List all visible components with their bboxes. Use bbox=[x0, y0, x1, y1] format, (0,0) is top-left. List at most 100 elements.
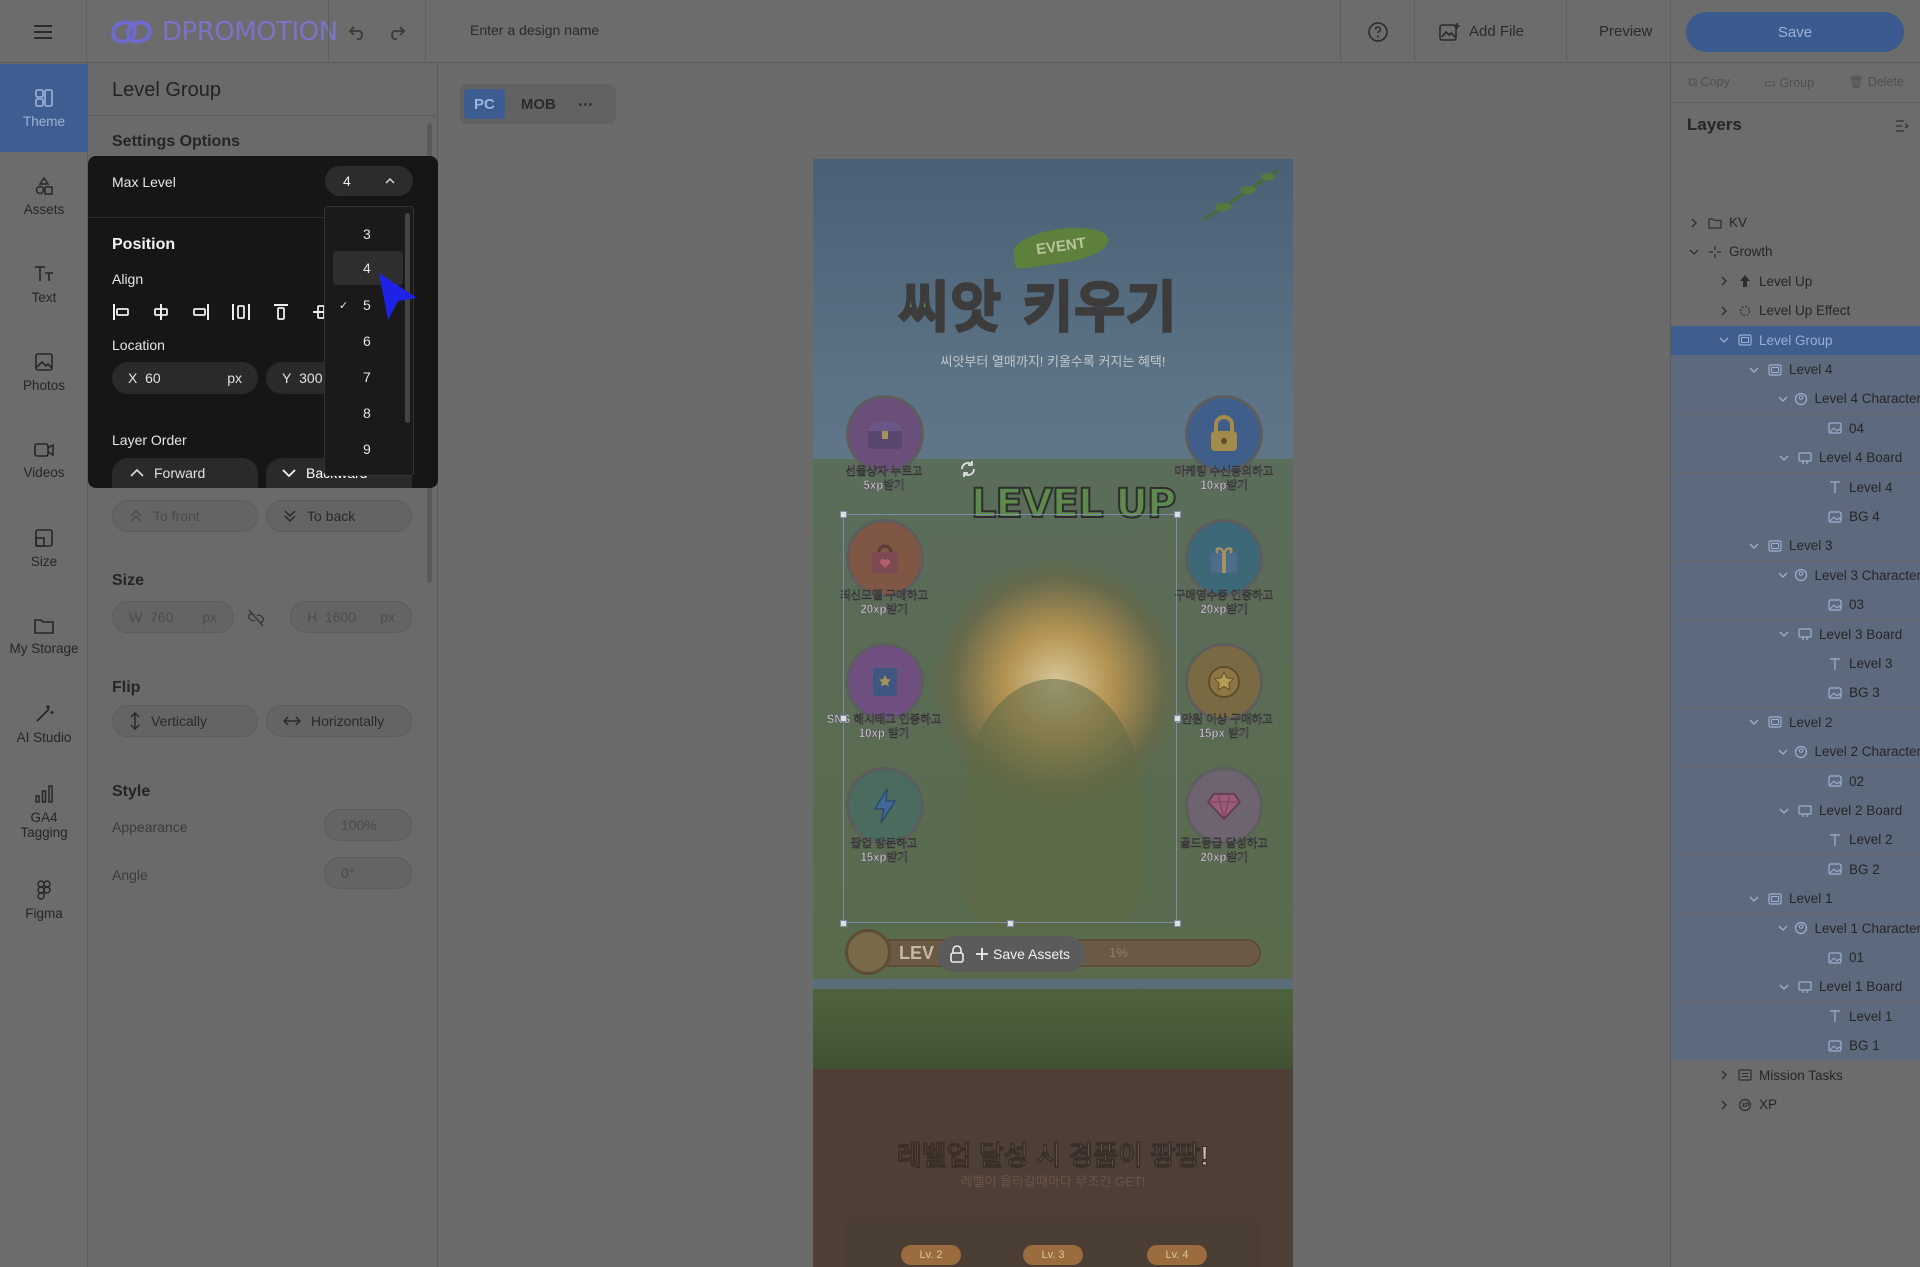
y-input[interactable]: Y 300 bbox=[266, 362, 326, 394]
design-name-input[interactable]: Enter a design name bbox=[470, 22, 599, 38]
resize-handle[interactable] bbox=[1174, 511, 1181, 518]
layer-row[interactable]: 02 bbox=[1671, 766, 1920, 796]
appearance-input[interactable]: 100% bbox=[324, 809, 412, 841]
layer-row[interactable]: Level Group bbox=[1671, 325, 1920, 355]
layer-row[interactable]: Level 4 bbox=[1671, 355, 1920, 384]
resize-handle[interactable] bbox=[1174, 715, 1181, 722]
redo-icon[interactable] bbox=[386, 24, 406, 40]
chevron-down-icon[interactable] bbox=[1687, 249, 1701, 255]
layer-row[interactable]: BG 2 bbox=[1671, 854, 1920, 884]
nav-figma[interactable]: Figma bbox=[0, 856, 88, 944]
nav-photos[interactable]: Photos bbox=[0, 328, 88, 416]
chevron-down-icon[interactable] bbox=[1777, 984, 1791, 990]
resize-handle[interactable] bbox=[1007, 920, 1014, 927]
resize-handle[interactable] bbox=[1174, 920, 1181, 927]
layer-row[interactable]: Level 2 bbox=[1671, 707, 1920, 737]
preview-button[interactable]: Preview bbox=[1566, 0, 1670, 63]
layer-row[interactable]: Mission Tasks bbox=[1671, 1061, 1920, 1090]
nav-assets[interactable]: Assets bbox=[0, 152, 88, 240]
width-input[interactable]: W 760 px bbox=[112, 601, 234, 633]
mission-badge[interactable] bbox=[846, 395, 924, 473]
option-3[interactable]: 3 bbox=[325, 217, 403, 251]
chevron-down-icon[interactable] bbox=[1777, 925, 1788, 932]
layer-row[interactable]: 01 bbox=[1671, 943, 1920, 972]
mission-badge[interactable] bbox=[1185, 519, 1263, 597]
option-8[interactable]: 8 bbox=[325, 396, 403, 430]
add-file-button[interactable]: Add File bbox=[1414, 0, 1566, 63]
align-right-icon[interactable] bbox=[190, 301, 212, 323]
nav-ga4-tagging[interactable]: GA4 Tagging bbox=[0, 768, 88, 856]
collapse-all-icon[interactable] bbox=[1895, 119, 1910, 137]
nav-theme[interactable]: Theme bbox=[0, 64, 88, 152]
mission-badge[interactable] bbox=[1185, 767, 1263, 845]
layer-row[interactable]: Level 4 bbox=[1671, 472, 1920, 502]
flip-horizontal-button[interactable]: Horizontally bbox=[266, 705, 412, 737]
height-input[interactable]: H 1600 px bbox=[290, 601, 412, 633]
layer-row[interactable]: 03 bbox=[1671, 590, 1920, 620]
chevron-down-icon[interactable] bbox=[1747, 543, 1761, 549]
to-front-button[interactable]: To front bbox=[112, 500, 258, 532]
chevron-right-icon[interactable] bbox=[1687, 218, 1701, 228]
layer-row[interactable]: Level 2 Board bbox=[1671, 796, 1920, 825]
help-button[interactable] bbox=[1340, 0, 1414, 63]
layer-row[interactable]: Level Up Effect bbox=[1671, 296, 1920, 325]
lock-icon[interactable] bbox=[949, 945, 965, 963]
layer-row[interactable]: BG 3 bbox=[1671, 678, 1920, 708]
max-level-select[interactable]: 4 bbox=[325, 166, 413, 196]
to-back-button[interactable]: To back bbox=[266, 500, 412, 532]
layer-row[interactable]: XP bbox=[1671, 1090, 1920, 1119]
unlink-ratio-icon[interactable] bbox=[246, 609, 266, 632]
nav-size[interactable]: Size bbox=[0, 504, 88, 592]
layer-row[interactable]: Level 4 Character bbox=[1671, 384, 1920, 414]
chevron-down-icon[interactable] bbox=[1747, 719, 1761, 726]
chevron-down-icon[interactable] bbox=[1777, 396, 1788, 402]
layer-row[interactable]: KV bbox=[1671, 208, 1920, 237]
menu-button[interactable] bbox=[0, 0, 87, 63]
option-9[interactable]: 9 bbox=[325, 432, 403, 466]
tab-pc[interactable]: PC bbox=[464, 89, 505, 119]
chevron-down-icon[interactable] bbox=[1747, 896, 1761, 902]
delete-button[interactable]: 🗑 Delete bbox=[1848, 75, 1903, 90]
nav-my-storage[interactable]: My Storage bbox=[0, 592, 88, 680]
chevron-down-icon[interactable] bbox=[1777, 808, 1791, 814]
save-button[interactable]: Save bbox=[1686, 12, 1904, 52]
chevron-down-icon[interactable] bbox=[1777, 749, 1788, 755]
chevron-right-icon[interactable] bbox=[1717, 1100, 1731, 1110]
align-center-h-icon[interactable] bbox=[150, 301, 172, 323]
layer-row[interactable]: Level 1 Character bbox=[1671, 913, 1920, 943]
chevron-down-icon[interactable] bbox=[1777, 455, 1791, 461]
resize-handle[interactable] bbox=[840, 920, 847, 927]
resize-handle[interactable] bbox=[840, 511, 847, 518]
group-button[interactable]: ▭ Group bbox=[1764, 75, 1814, 90]
layer-row[interactable]: Level 3 Character bbox=[1671, 560, 1920, 590]
chevron-down-icon[interactable] bbox=[1777, 631, 1791, 638]
chevron-right-icon[interactable] bbox=[1717, 276, 1731, 286]
more-options-icon[interactable]: ⋯ bbox=[572, 89, 599, 119]
layer-row[interactable]: Level 2 bbox=[1671, 825, 1920, 855]
chevron-right-icon[interactable] bbox=[1717, 1070, 1731, 1080]
layer-row[interactable]: Level Up bbox=[1671, 267, 1920, 296]
layer-row[interactable]: Level 1 bbox=[1671, 884, 1920, 914]
brand-logo[interactable]: DPROMOTION bbox=[110, 14, 338, 50]
mission-badge[interactable] bbox=[1185, 643, 1263, 721]
x-input[interactable]: X 60 px bbox=[112, 362, 258, 394]
save-assets-button[interactable]: Save Assets bbox=[975, 946, 1070, 962]
copy-button[interactable]: ⧉ Copy bbox=[1688, 75, 1730, 90]
layer-row[interactable]: BG 4 bbox=[1671, 502, 1920, 531]
chevron-down-icon[interactable] bbox=[1777, 572, 1788, 579]
nav-text[interactable]: Text bbox=[0, 240, 88, 328]
rotate-handle-icon[interactable] bbox=[958, 459, 978, 479]
resize-handle[interactable] bbox=[840, 715, 847, 722]
align-top-icon[interactable] bbox=[270, 301, 292, 323]
mission-badge[interactable] bbox=[1185, 395, 1263, 473]
layer-row[interactable]: Level 2 Character bbox=[1671, 737, 1920, 767]
artboard[interactable]: EVENT 씨앗 키우기 씨앗부터 열매까지! 키울수록 커지는 혜택! 선물상… bbox=[813, 159, 1293, 1267]
nav-ai-studio[interactable]: AI Studio bbox=[0, 680, 88, 768]
chevron-down-icon[interactable] bbox=[1747, 367, 1761, 373]
angle-input[interactable]: 0° bbox=[324, 857, 412, 889]
layer-row[interactable]: Level 1 Board bbox=[1671, 972, 1920, 1002]
flip-vertical-button[interactable]: Vertically bbox=[112, 705, 258, 737]
tab-mob[interactable]: MOB bbox=[511, 89, 566, 119]
layer-row[interactable]: Level 3 Board bbox=[1671, 619, 1920, 649]
selection-box[interactable] bbox=[843, 514, 1177, 923]
